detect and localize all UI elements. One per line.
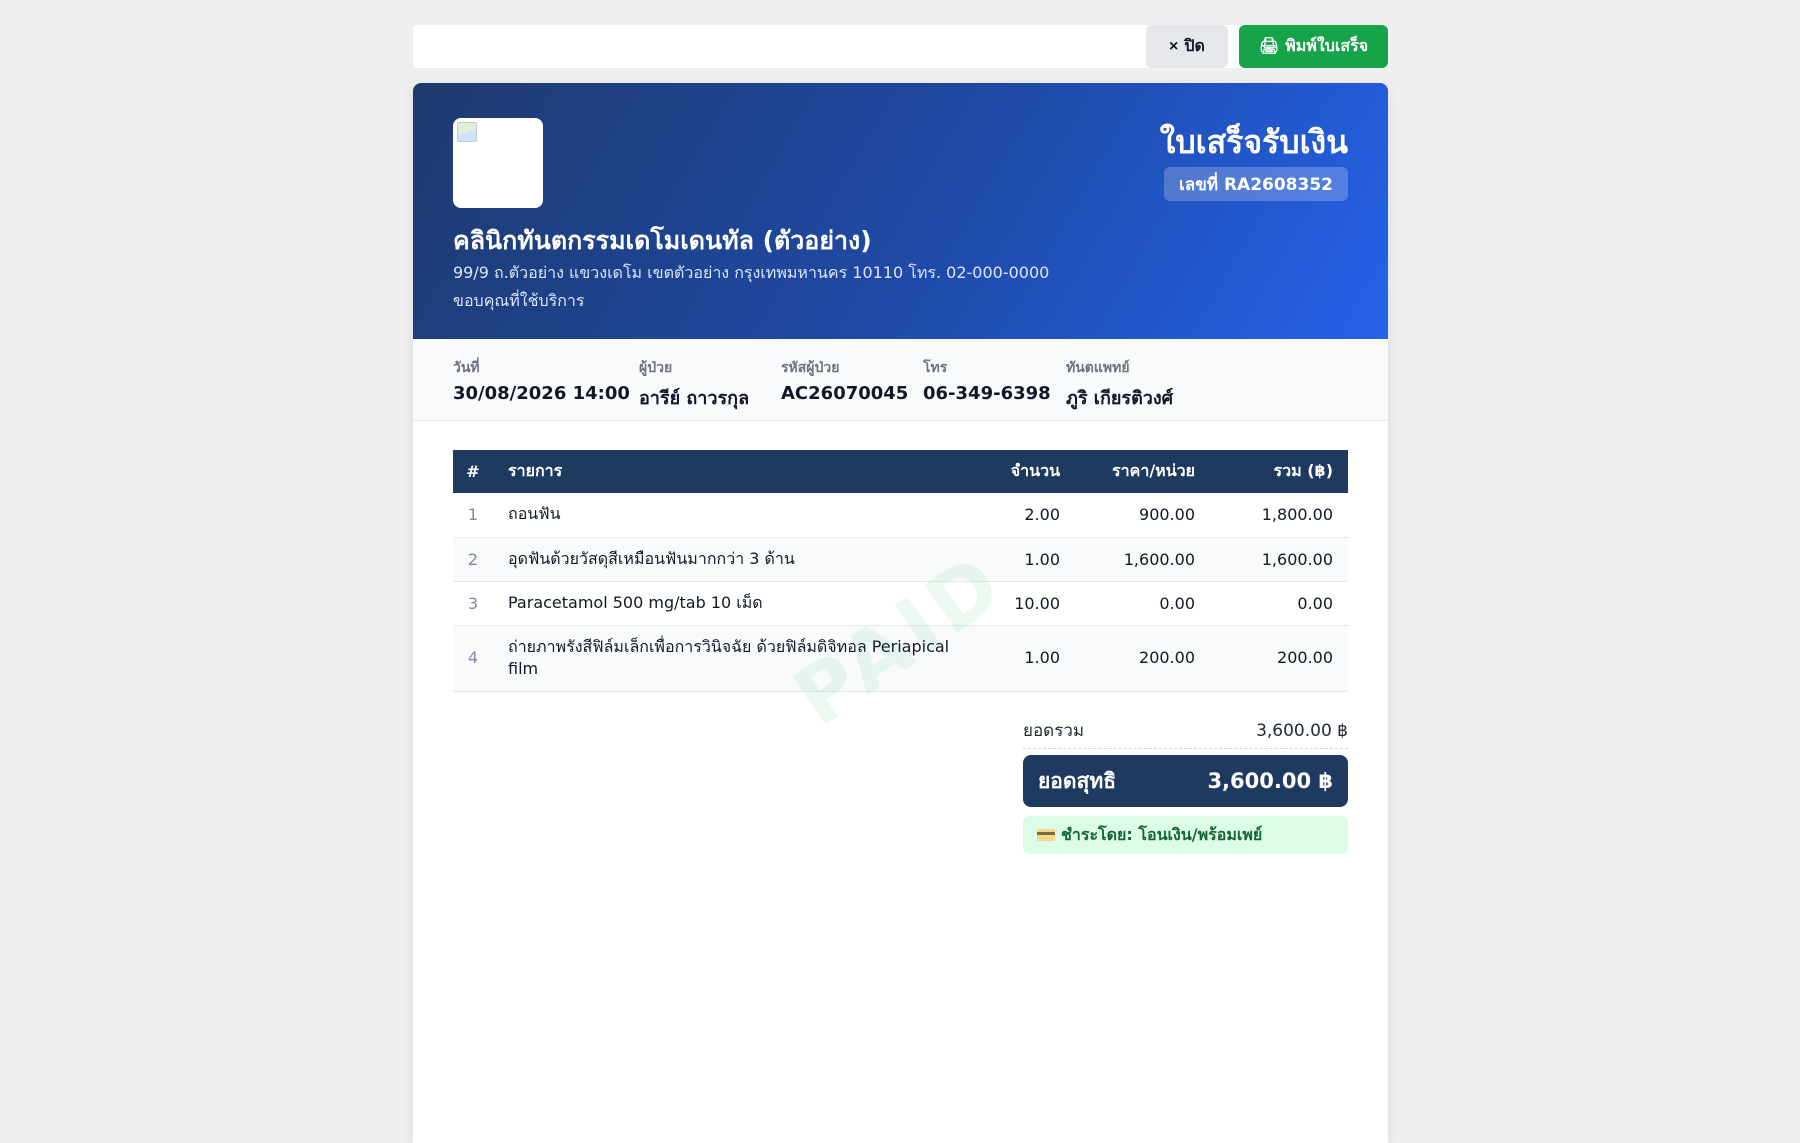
row-total: 200.00	[1210, 625, 1348, 692]
row-qty: 1.00	[965, 625, 1075, 692]
meta-date: วันที่ 30/08/2026 14:00	[453, 357, 630, 404]
meta-dentist-label: ทันตแพทย์	[1066, 360, 1130, 376]
col-total: รวม (฿)	[1210, 450, 1348, 493]
meta-patient: ผู้ป่วย อารีย์ ถาวรกุล	[639, 357, 749, 412]
meta-patient-label: ผู้ป่วย	[639, 360, 673, 376]
col-item: รายการ	[493, 450, 965, 493]
meta-phone: โทร 06-349-6398	[923, 357, 1051, 404]
table-header-row: # รายการ จำนวน ราคา/หน่วย รวม (฿)	[453, 450, 1348, 493]
credit-card-icon	[1037, 829, 1055, 841]
printer-icon: 🖨	[1258, 37, 1280, 55]
print-button-label: พิมพ์ใบเสร็จ	[1285, 38, 1369, 55]
meta-phone-label: โทร	[923, 360, 948, 376]
close-button[interactable]: × ปิด	[1146, 25, 1228, 68]
meta-patient-id-label: รหัสผู้ป่วย	[781, 360, 840, 376]
col-qty: จำนวน	[965, 450, 1075, 493]
row-total: 0.00	[1210, 581, 1348, 626]
net-total-value: 3,600.00 ฿	[1207, 769, 1333, 793]
row-index: 2	[453, 537, 493, 582]
print-receipt-button[interactable]: 🖨 พิมพ์ใบเสร็จ	[1239, 25, 1388, 68]
payment-method-badge: ชำระโดย: โอนเงิน/พร้อมเพย์	[1023, 816, 1348, 854]
row-price: 0.00	[1075, 581, 1210, 626]
meta-patient-value: อารีย์ ถาวรกุล	[639, 388, 750, 409]
receipt-header: คลินิกทันตกรรมเดโมเดนทัล (ตัวอย่าง) 99/9…	[413, 83, 1388, 339]
table-row: 3 Paracetamol 500 mg/tab 10 เม็ด 10.00 0…	[453, 581, 1348, 626]
meta-patient-id-value: AC26070045	[781, 383, 909, 404]
thanks-note: ขอบคุณที่ใช้บริการ	[453, 291, 585, 310]
meta-dentist-value: ภูริ เกียรติวงศ์	[1066, 388, 1174, 409]
row-price: 900.00	[1075, 493, 1210, 538]
receipt-number-badge: เลขที่ RA2608352	[1163, 167, 1348, 201]
clinic-name: คลินิกทันตกรรมเดโมเดนทัล (ตัวอย่าง)	[453, 226, 872, 255]
close-icon: ×	[1169, 37, 1179, 55]
table-row: 2 อุดฟันด้วยวัสดุสีเหมือนฟันมากกว่า 3 ด้…	[453, 537, 1348, 582]
toolbar: × ปิด 🖨 พิมพ์ใบเสร็จ	[413, 25, 1388, 68]
row-qty: 10.00	[965, 581, 1075, 626]
close-button-label: ปิด	[1184, 38, 1205, 55]
row-qty: 2.00	[965, 493, 1075, 538]
meta-date-value: 30/08/2026 14:00	[453, 383, 630, 404]
subtotal-value: 3,600.00 ฿	[1256, 720, 1348, 741]
receipt: คลินิกทันตกรรมเดโมเดนทัล (ตัวอย่าง) 99/9…	[413, 83, 1388, 1143]
row-index: 1	[453, 493, 493, 538]
meta-phone-value: 06-349-6398	[923, 383, 1051, 404]
broken-image-icon	[457, 122, 477, 142]
table-row: 1 ถอนฟัน 2.00 900.00 1,800.00	[453, 493, 1348, 538]
row-index: 3	[453, 581, 493, 626]
line-items-table: # รายการ จำนวน ราคา/หน่วย รวม (฿) 1 ถอนฟ…	[453, 450, 1348, 692]
subtotal-label: ยอดรวม	[1023, 721, 1085, 741]
meta-date-label: วันที่	[453, 360, 480, 376]
row-item: ถ่ายภาพรังสีฟิล์มเล็กเพื่อการวินิจฉัย ด้…	[493, 625, 965, 692]
subtotal-row: ยอดรวม 3,600.00 ฿	[1023, 713, 1348, 749]
row-price: 1,600.00	[1075, 537, 1210, 582]
row-price: 200.00	[1075, 625, 1210, 692]
payment-method-text: ชำระโดย: โอนเงิน/พร้อมเพย์	[1061, 824, 1263, 844]
clinic-logo	[453, 118, 543, 208]
meta-patient-id: รหัสผู้ป่วย AC26070045	[781, 357, 908, 404]
meta-dentist: ทันตแพทย์ ภูริ เกียรติวงศ์	[1066, 357, 1173, 412]
row-total: 1,800.00	[1210, 493, 1348, 538]
net-total-box: ยอดสุทธิ 3,600.00 ฿	[1023, 755, 1348, 807]
col-price: ราคา/หน่วย	[1075, 450, 1210, 493]
row-qty: 1.00	[965, 537, 1075, 582]
receipt-meta: วันที่ 30/08/2026 14:00 ผู้ป่วย อารีย์ ถ…	[413, 339, 1388, 421]
net-total-label: ยอดสุทธิ	[1038, 768, 1117, 793]
row-total: 1,600.00	[1210, 537, 1348, 582]
row-index: 4	[453, 625, 493, 692]
table-row: 4 ถ่ายภาพรังสีฟิล์มเล็กเพื่อการวินิจฉัย …	[453, 625, 1348, 692]
document-title: ใบเสร็จรับเงิน	[1159, 123, 1348, 161]
row-item: ถอนฟัน	[493, 493, 965, 538]
row-item: Paracetamol 500 mg/tab 10 เม็ด	[493, 581, 965, 626]
col-index: #	[453, 450, 493, 493]
row-item: อุดฟันด้วยวัสดุสีเหมือนฟันมากกว่า 3 ด้าน	[493, 537, 965, 582]
clinic-address: 99/9 ถ.ตัวอย่าง แขวงเดโม เขตตัวอย่าง กรุ…	[453, 263, 1050, 282]
